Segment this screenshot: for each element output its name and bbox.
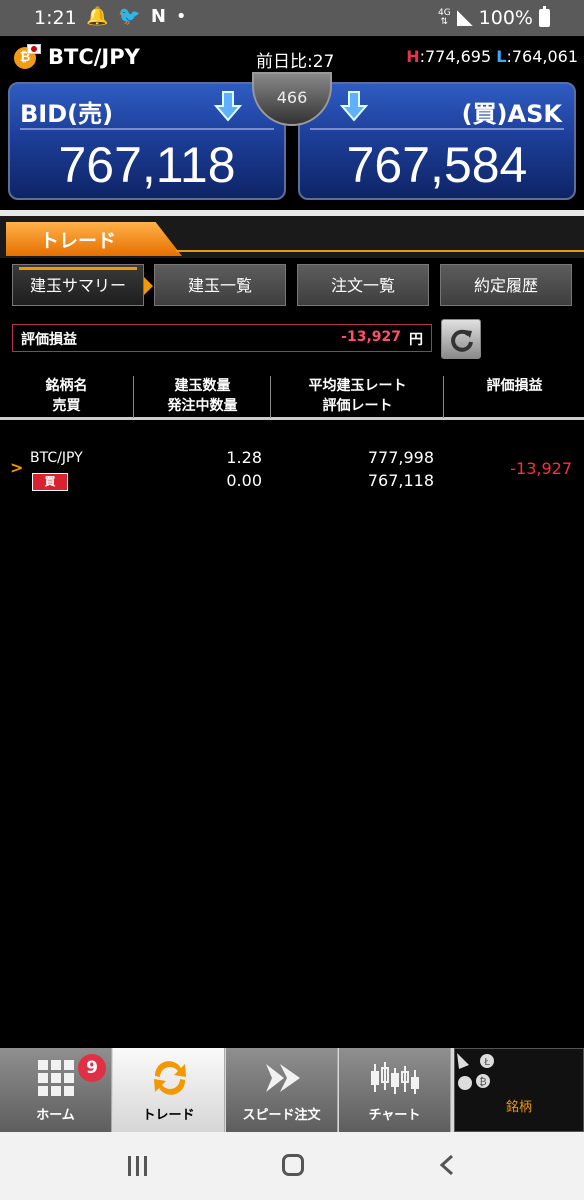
home-icon[interactable] <box>282 1154 304 1176</box>
ask-price: 767,584 <box>346 137 528 193</box>
row-symbol: BTC/JPY <box>30 450 83 466</box>
pair-name[interactable]: BTC/JPY <box>48 45 140 69</box>
crypto-coins-icon: Ł ₿ <box>457 1053 494 1090</box>
signal-icon <box>456 10 473 26</box>
bid-panel[interactable]: BID(売) 767,118 <box>8 82 286 200</box>
fast-forward-icon <box>266 1064 300 1092</box>
nav-trade[interactable]: トレード <box>113 1048 225 1132</box>
ask-label: (買)ASK <box>461 100 562 128</box>
tab-execution-history[interactable]: 約定履歴 <box>440 264 572 306</box>
nav-chart[interactable]: チャート <box>339 1048 451 1132</box>
nav-chart-label: チャート <box>368 1108 421 1123</box>
trade-tab-bar: トレード <box>0 210 584 258</box>
row-quantity: 1.28 <box>226 448 262 467</box>
nav-home-label: ホーム <box>36 1108 75 1123</box>
back-icon[interactable] <box>438 1154 458 1176</box>
japan-flag-icon <box>27 44 41 54</box>
twitter-icon: 🐦 <box>118 6 141 27</box>
system-nav-bar <box>0 1132 584 1200</box>
nav-symbols-label: 銘柄 <box>505 1100 532 1115</box>
tab-position-list[interactable]: 建玉一覧 <box>154 264 286 306</box>
status-time: 1:21 <box>34 7 77 29</box>
arrow-down-icon <box>214 91 242 122</box>
notification-badge: 9 <box>78 1054 106 1082</box>
buy-badge: 買 <box>32 473 68 491</box>
arrow-down-icon <box>340 91 368 122</box>
row-pending-quantity: 0.00 <box>226 471 262 490</box>
battery-percent: 100% <box>478 7 533 29</box>
bell-icon: 🔔 <box>86 6 109 27</box>
chevron-right-icon: > <box>10 458 24 477</box>
col-rate: 平均建玉レート 評価レート <box>272 376 444 418</box>
col-quantity: 建玉数量 発注中数量 <box>135 376 271 418</box>
recents-icon[interactable] <box>128 1156 147 1176</box>
pnl-label: 評価損益 <box>21 332 77 348</box>
nav-trade-label: トレード <box>142 1108 195 1123</box>
bottom-nav: 9 ホーム トレード スピード注文 チャート Ł ₿ 銘柄 <box>0 1048 584 1132</box>
network-icon: 4G ⇅ <box>437 8 451 27</box>
high-low: H:774,695 L:764,061 <box>406 47 578 66</box>
candlestick-chart-icon <box>371 1062 419 1094</box>
pnl-value: -13,927 <box>341 329 401 345</box>
sub-tabs: 建玉サマリー 建玉一覧 注文一覧 約定履歴 <box>0 258 584 308</box>
tab-order-list[interactable]: 注文一覧 <box>297 264 429 306</box>
table-row[interactable]: > BTC/JPY 買 1.28 0.00 777,998 767,118 -1… <box>0 440 584 500</box>
svg-text:₿: ₿ <box>479 1076 486 1088</box>
col-symbol: 銘柄名 売買 <box>0 376 134 418</box>
bid-price: 767,118 <box>58 137 236 193</box>
row-eval-rate: 767,118 <box>367 471 434 490</box>
nav-speed-order[interactable]: スピード注文 <box>226 1048 338 1132</box>
row-avg-rate: 777,998 <box>367 448 434 467</box>
refresh-button[interactable] <box>441 319 481 359</box>
col-pnl: 評価損益 <box>486 378 543 394</box>
tab-trade-label: トレード <box>40 230 117 252</box>
status-bar: 1:21 🔔 🐦 N • 4G ⇅ 100% <box>0 0 584 36</box>
ask-panel[interactable]: (買)ASK 767,584 <box>298 82 576 200</box>
refresh-icon <box>451 329 473 352</box>
table-header: 銘柄名 売買 建玉数量 発注中数量 平均建玉レート 評価レート 評価損益 <box>0 372 584 420</box>
pnl-summary: 評価損益 -13,927 円 <box>12 324 432 352</box>
exchange-arrows-icon <box>154 1061 186 1095</box>
price-board: BID(売) 767,118 (買)ASK 767,584 466 <box>0 72 584 210</box>
pnl-unit: 円 <box>409 332 423 348</box>
row-pnl: -13,927 <box>510 459 572 478</box>
dot-icon: • <box>175 6 187 27</box>
tab-trade[interactable]: トレード <box>6 222 182 256</box>
grid-icon <box>38 1060 74 1096</box>
nav-home[interactable]: 9 ホーム <box>0 1048 112 1132</box>
bid-label: BID(売) <box>20 100 114 128</box>
svg-text:Ł: Ł <box>483 1057 490 1068</box>
nav-speed-order-label: スピード注文 <box>242 1108 321 1123</box>
tab-position-summary[interactable]: 建玉サマリー <box>12 264 153 306</box>
prev-day-diff: 前日比:27 <box>256 52 335 72</box>
battery-icon <box>539 6 550 27</box>
n-icon: N <box>150 6 166 27</box>
spread-value: 466 <box>276 88 308 107</box>
nav-symbols[interactable]: Ł ₿ 銘柄 <box>454 1048 584 1132</box>
